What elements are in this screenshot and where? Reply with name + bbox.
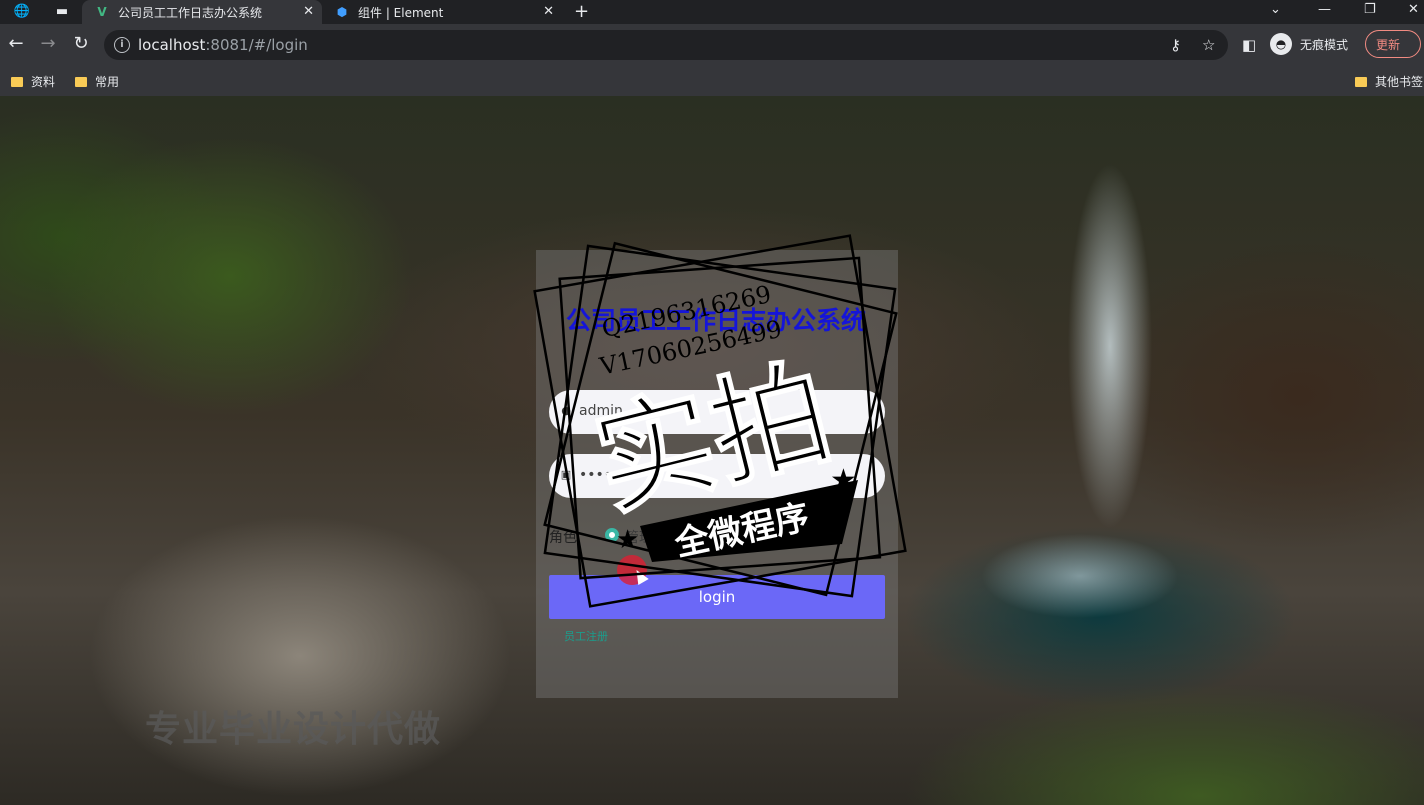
forward-icon[interactable]: → <box>37 33 59 55</box>
update-button[interactable]: 更新 <box>1365 30 1421 58</box>
close-tab-icon[interactable]: ✕ <box>543 4 554 20</box>
window-close-icon[interactable]: ✕ <box>1408 0 1419 20</box>
maximize-icon[interactable]: ❐ <box>1364 0 1376 20</box>
stamp-watermark: Q2196316269 V17060256499 实拍 全微程序 ★ ★ <box>533 234 907 608</box>
other-bookmarks[interactable]: 其他书签 <box>1355 73 1423 90</box>
back-icon[interactable]: ← <box>5 33 27 55</box>
vue-logo-icon: V <box>97 5 107 19</box>
close-tab-icon[interactable]: ✕ <box>303 4 314 20</box>
key-icon[interactable]: ⚷ <box>1170 35 1181 55</box>
incognito-icon: ◓ <box>1270 33 1292 55</box>
star-icon: ★ <box>616 525 639 555</box>
bookmarks-bar: 资料 常用 其他书签 <box>0 66 1424 97</box>
tab-strip: 🌐 ▬ V 公司员工工作日志办公系统 ✕ ⬢ 组件 | Element ✕ + … <box>0 0 1424 24</box>
incognito-label: 无痕模式 <box>1300 38 1349 52</box>
minimize-icon[interactable]: — <box>1318 0 1331 20</box>
folder-icon <box>75 77 87 87</box>
tab-search-icon[interactable]: ▬ <box>52 2 72 22</box>
tab-title: 组件 | Element <box>358 6 444 20</box>
bottom-watermark: 专业毕业设计代做 <box>145 709 442 750</box>
bookmark-star-icon[interactable]: ☆ <box>1202 35 1215 55</box>
folder-icon <box>11 77 23 87</box>
folder-icon <box>1355 77 1367 87</box>
bookmark-folder[interactable]: 常用 <box>75 73 119 90</box>
browser-toolbar: ← → ↻ i localhost:8081/#/login ⚷ ☆ ◧ ◓ 无… <box>0 24 1424 66</box>
star-icon: ★ <box>830 463 857 498</box>
bookmark-folder[interactable]: 资料 <box>11 73 55 90</box>
globe-icon[interactable]: 🌐 <box>12 2 32 22</box>
url-text[interactable]: localhost:8081/#/login <box>138 36 308 54</box>
side-panel-icon[interactable]: ◧ <box>1242 35 1256 55</box>
reload-icon[interactable]: ↻ <box>70 33 92 55</box>
tab-element[interactable]: ⬢ 组件 | Element ✕ <box>322 0 562 24</box>
element-logo-icon: ⬢ <box>336 5 348 19</box>
new-tab-icon[interactable]: + <box>574 1 589 23</box>
tab-list-chevron-icon[interactable]: ⌄ <box>1270 0 1281 20</box>
site-info-icon[interactable]: i <box>114 37 130 53</box>
tab-active[interactable]: V 公司员工工作日志办公系统 ✕ <box>82 0 322 24</box>
address-bar[interactable]: i localhost:8081/#/login ⚷ ☆ <box>104 30 1228 60</box>
tab-title: 公司员工工作日志办公系统 <box>118 6 263 20</box>
login-page: 公司员工工作日志办公系统 ● admin ▣ •••••• 角色 管理员 员工 … <box>0 96 1424 805</box>
